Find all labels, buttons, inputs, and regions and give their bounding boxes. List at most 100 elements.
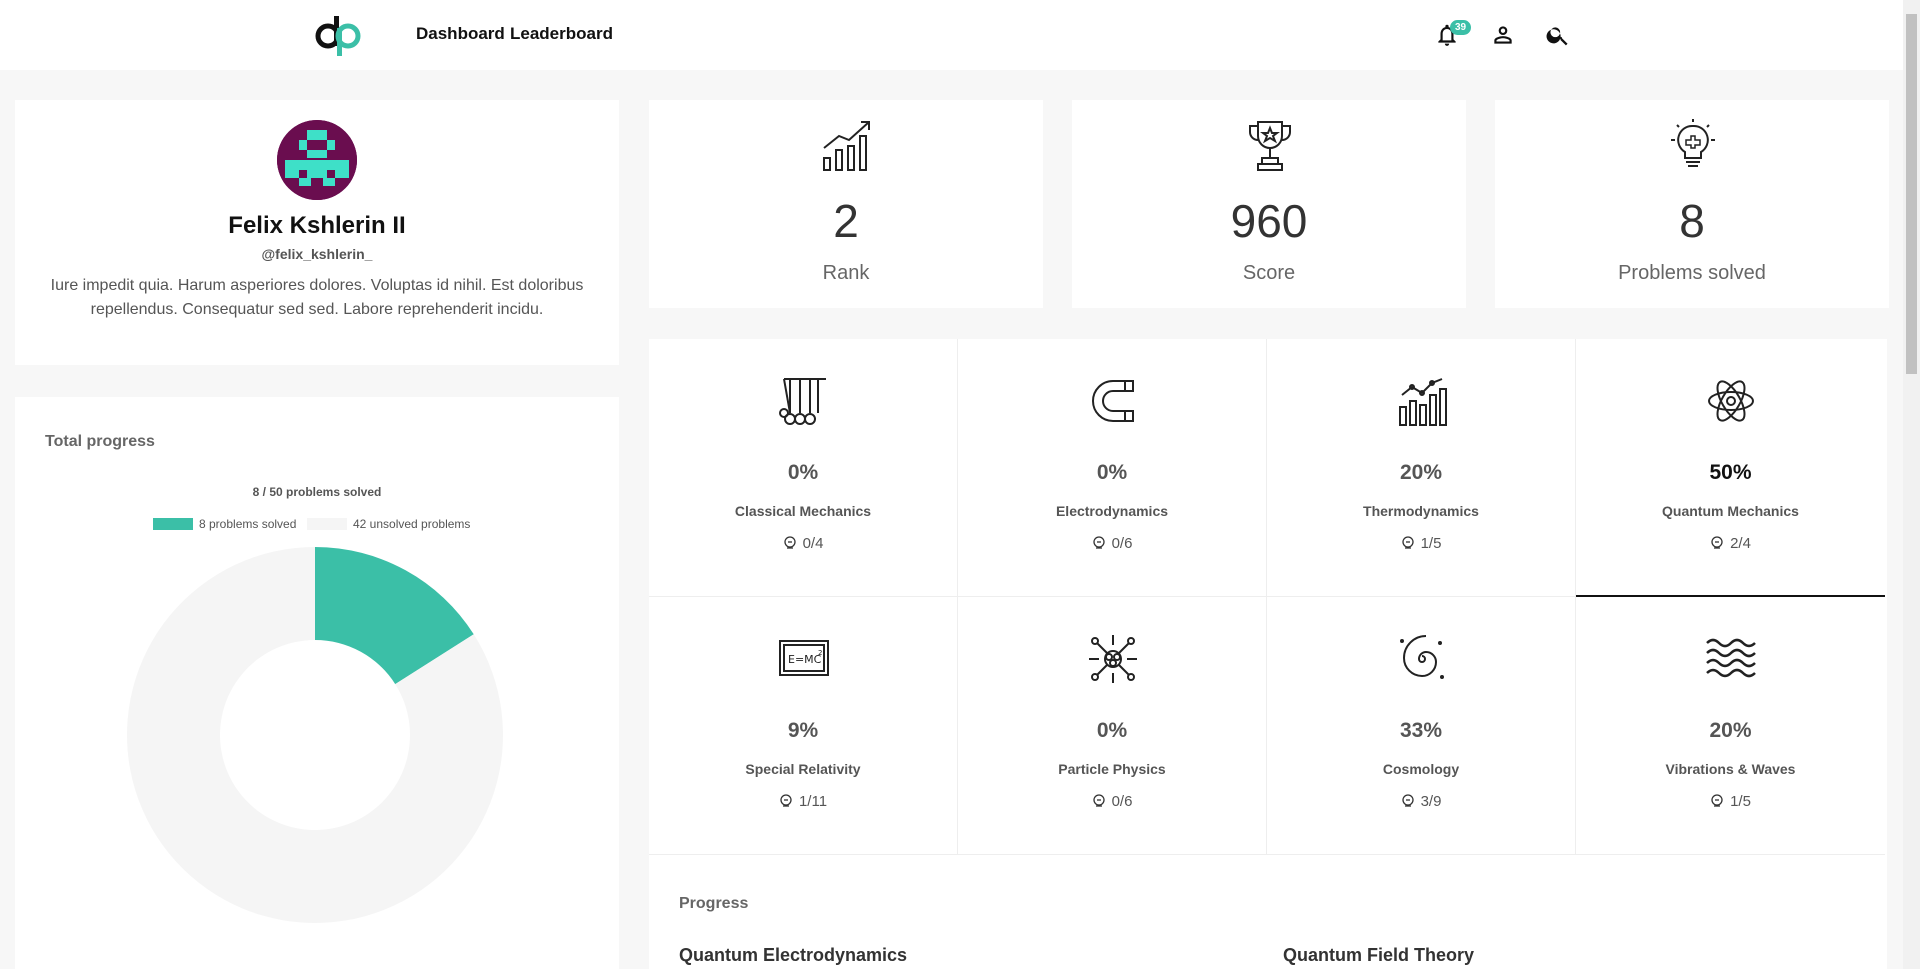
course-quantum-electrodynamics[interactable]: Quantum Electrodynamics xyxy=(679,945,907,966)
topic-count: 3/9 xyxy=(1267,793,1575,810)
growth-chart-icon xyxy=(823,121,870,171)
topic-count-value: 0/4 xyxy=(802,535,824,552)
topic-name: Classical Mechanics xyxy=(734,503,872,519)
topic-percent: 50% xyxy=(1709,461,1752,484)
legend-solved-swatch xyxy=(153,518,193,530)
profile-handle: @felix_kshlerin_ xyxy=(261,246,373,262)
topic-count-value: 3/9 xyxy=(1420,793,1442,810)
course-quantum-field-theory[interactable]: Quantum Field Theory xyxy=(1283,945,1474,966)
atom-icon xyxy=(1708,380,1754,422)
svg-text:2: 2 xyxy=(818,649,822,657)
avatar xyxy=(277,120,357,200)
brain-icon xyxy=(780,794,792,807)
topic-percent: 0% xyxy=(787,461,819,484)
legend-solved[interactable]: 8 problems solved xyxy=(153,517,296,531)
profile-name: Felix Kshlerin II xyxy=(228,212,406,239)
topic-percent: 33% xyxy=(1399,719,1443,742)
trophy-icon xyxy=(1249,121,1291,171)
svg-text:E=MC: E=MC xyxy=(788,653,822,666)
nav-leaderboard-link[interactable]: Leaderboard xyxy=(510,24,613,44)
avatar-pattern-icon xyxy=(277,120,357,200)
topic-count-value: 2/4 xyxy=(1730,535,1751,552)
topic-thermodynamics[interactable]: 20% Thermodynamics 1/5 xyxy=(1267,339,1576,597)
topic-count: 1/11 xyxy=(649,793,957,810)
notification-count-badge: 39 xyxy=(1450,20,1472,35)
topic-particle-physics[interactable]: 0% Particle Physics 0/6 xyxy=(958,597,1267,855)
progress-section: Progress Quantum Electrodynamics Quantum… xyxy=(649,859,1887,969)
topic-percent: 20% xyxy=(1399,461,1443,484)
topic-vibrations-waves[interactable]: 20% Vibrations & Waves 1/5 xyxy=(1576,597,1885,855)
topic-count: 0/4 xyxy=(649,535,957,552)
magnet-icon xyxy=(1092,380,1134,422)
brain-icon xyxy=(1092,536,1105,549)
lightbulb-icon xyxy=(1671,119,1715,167)
topic-name: Particle Physics xyxy=(1058,761,1166,777)
brain-icon xyxy=(783,536,796,549)
topic-count-value: 1/11 xyxy=(798,793,828,810)
problems-solved-label: Problems solved xyxy=(1618,262,1766,284)
topic-special-relativity[interactable]: E=MC 2 9% Special Relativity 1/11 xyxy=(649,597,958,855)
legend-unsolved-label: 42 unsolved problems xyxy=(353,517,471,531)
topic-count: 0/6 xyxy=(958,535,1266,552)
galaxy-icon xyxy=(1400,635,1444,679)
emc2-icon: E=MC2 xyxy=(779,640,829,676)
brain-icon xyxy=(1711,536,1723,549)
legend-unsolved-swatch xyxy=(307,518,347,530)
topic-count-value: 0/6 xyxy=(1111,535,1133,552)
rank-label: Rank xyxy=(822,262,870,284)
topic-classical-mechanics[interactable]: 0% Classical Mechanics 0/4 xyxy=(649,339,958,597)
topic-percent: 0% xyxy=(1096,461,1128,484)
score-value: 960 xyxy=(1230,195,1308,247)
progress-donut-chart xyxy=(126,547,504,923)
score-stat-card: 960 Score xyxy=(1072,100,1466,308)
profile-card: Felix Kshlerin II @felix_kshlerin_ Iure … xyxy=(15,100,619,365)
topic-percent: 0% xyxy=(1096,719,1128,742)
user-icon[interactable] xyxy=(1490,22,1516,48)
topic-name: Cosmology xyxy=(1382,761,1460,777)
top-navbar: Dashboard Leaderboard 39 xyxy=(0,0,1903,70)
topic-electrodynamics[interactable]: 0% Electrodynamics 0/6 xyxy=(958,339,1267,597)
topics-grid: 0% Classical Mechanics 0/4 0% Electrodyn… xyxy=(649,339,1887,859)
profile-bio: Iure impedit quia. Harum asperiores dolo… xyxy=(50,277,584,318)
topic-name: Quantum Mechanics xyxy=(1662,503,1799,519)
topic-count: 1/5 xyxy=(1576,793,1885,810)
topic-name: Electrodynamics xyxy=(1055,503,1169,519)
total-progress-title: Total progress xyxy=(45,433,155,450)
topic-count-value: 0/6 xyxy=(1111,793,1133,810)
brain-icon xyxy=(1711,794,1723,807)
rank-stat-card: 2 Rank xyxy=(649,100,1043,308)
topic-count: 0/6 xyxy=(958,793,1266,810)
topic-name: Special Relativity xyxy=(745,761,861,777)
problems-solved-stat-card: 8 Problems solved xyxy=(1495,100,1889,308)
problems-solved-value: 8 xyxy=(1679,195,1705,247)
topic-cosmology[interactable]: 33% Cosmology 3/9 xyxy=(1267,597,1576,855)
rank-value: 2 xyxy=(833,195,859,247)
search-icon[interactable] xyxy=(1545,22,1571,48)
particle-icon xyxy=(1089,635,1137,683)
legend-solved-label: 8 problems solved xyxy=(199,517,297,531)
waves-icon xyxy=(1706,638,1756,678)
topic-count: 1/5 xyxy=(1267,535,1575,552)
scrollbar-thumb[interactable] xyxy=(1906,14,1917,374)
topic-name: Thermodynamics xyxy=(1363,503,1479,519)
topic-quantum-mechanics[interactable]: 50% Quantum Mechanics 2/4 xyxy=(1576,339,1885,597)
topic-percent: 9% xyxy=(787,719,819,742)
brain-icon xyxy=(1092,794,1105,807)
logo-icon[interactable] xyxy=(314,14,362,56)
topic-percent: 20% xyxy=(1709,719,1752,742)
progress-section-title: Progress xyxy=(679,895,749,912)
topic-count: 2/4 xyxy=(1576,535,1885,552)
brain-icon xyxy=(1401,536,1414,549)
legend-unsolved[interactable]: 42 unsolved problems xyxy=(307,517,470,531)
topic-count-value: 1/5 xyxy=(1420,535,1442,552)
chart-title: 8 / 50 problems solved xyxy=(252,485,382,499)
chart-icon xyxy=(1399,378,1447,426)
pendulum-icon xyxy=(779,378,826,425)
page-scrollbar[interactable] xyxy=(1903,0,1920,969)
brain-icon xyxy=(1401,794,1414,807)
topic-name: Vibrations & Waves xyxy=(1665,761,1796,777)
topic-count-value: 1/5 xyxy=(1730,793,1751,810)
total-progress-card: Total progress 8 / 50 problems solved 8 … xyxy=(15,397,619,969)
score-label: Score xyxy=(1242,262,1296,284)
nav-dashboard-link[interactable]: Dashboard xyxy=(416,24,505,44)
